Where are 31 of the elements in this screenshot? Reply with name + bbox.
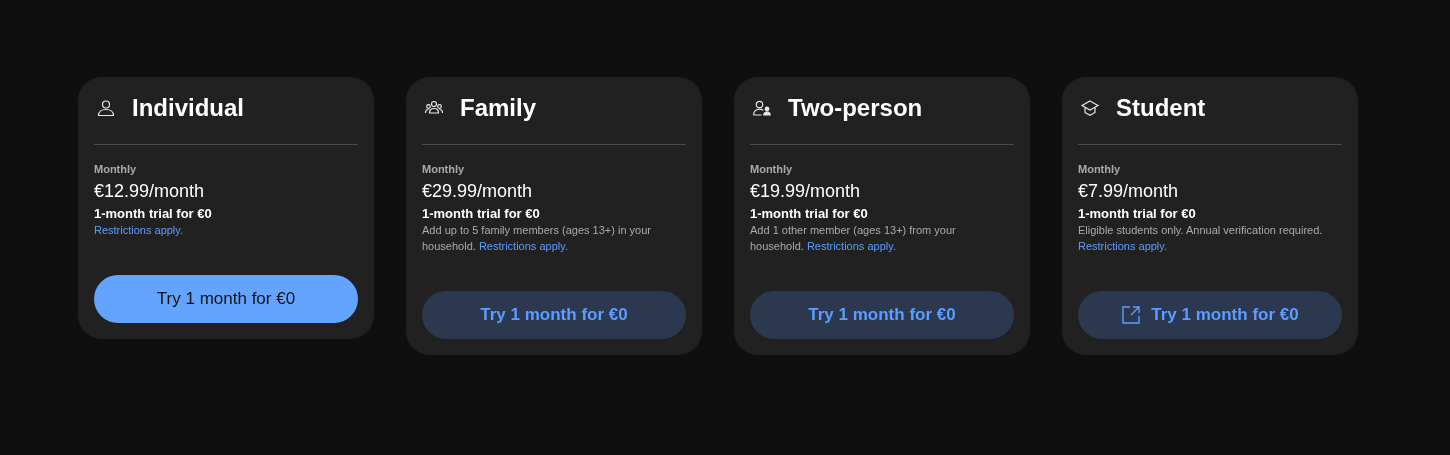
- trial-text: 1-month trial for €0: [422, 205, 540, 222]
- plan-price: €29.99/month: [422, 180, 533, 203]
- plan-price: €12.99/month: [94, 180, 205, 203]
- trial-button[interactable]: Try 1 month for €0: [422, 291, 686, 339]
- two-people-icon: [752, 98, 772, 118]
- billing-label: Monthly: [94, 162, 137, 176]
- plan-description: Eligible students only. Annual verification required. Restrictions apply.: [1078, 223, 1324, 254]
- plan-price: €7.99/month: [1078, 180, 1179, 203]
- billing-label: Monthly: [422, 162, 465, 176]
- plan-title: Individual: [132, 93, 244, 123]
- restrictions-link[interactable]: Restrictions apply.: [478, 240, 568, 252]
- plan-title: Student: [1116, 93, 1206, 123]
- plan-title: Family: [460, 93, 537, 123]
- billing-label: Monthly: [750, 162, 793, 176]
- external-link-icon: [1121, 305, 1142, 325]
- trial-button[interactable]: Try 1 month for €0: [750, 291, 1014, 339]
- graduation-cap-icon: [1080, 98, 1100, 118]
- trial-button[interactable]: Try 1 month for €0: [94, 275, 358, 323]
- trial-button[interactable]: Try 1 month for €0: [1078, 291, 1342, 339]
- billing-label: Monthly: [1078, 162, 1121, 176]
- plan-price: €19.99/month: [750, 180, 861, 203]
- plan-description: Add up to 5 family members (ages 13+) in your household. Restrictions apply.: [422, 223, 652, 254]
- plan-title: Two-person: [788, 93, 923, 123]
- trial-text: 1-month trial for €0: [1078, 205, 1196, 222]
- plan-description: Add 1 other member (ages 13+) from your household. Restrictions apply.: [750, 223, 957, 254]
- restrictions-link[interactable]: Restrictions apply.: [94, 224, 184, 236]
- person-icon: [96, 98, 116, 118]
- trial-text: 1-month trial for €0: [750, 205, 868, 222]
- trial-text: 1-month trial for €0: [94, 205, 212, 222]
- restrictions-link[interactable]: Restrictions apply.: [806, 240, 896, 252]
- restrictions-link[interactable]: Restrictions apply.: [1078, 240, 1168, 252]
